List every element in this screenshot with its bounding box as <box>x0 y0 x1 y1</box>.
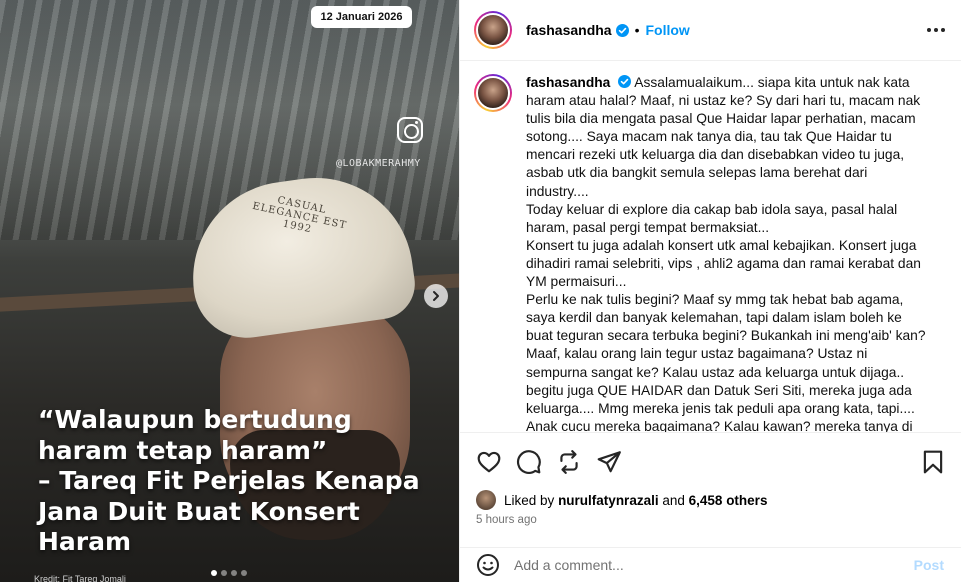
share-icon[interactable] <box>596 449 622 475</box>
verified-badge-icon <box>618 75 632 88</box>
caption: fashasandha Assalamualaikum... siapa kit… <box>474 74 948 432</box>
likes-others[interactable]: 6,458 others <box>689 493 768 508</box>
carousel-dot <box>211 570 217 576</box>
post-actions: Liked by nurulfatynrazali and 6,458 othe… <box>460 432 961 547</box>
liker-avatar[interactable] <box>476 490 496 510</box>
more-options-icon <box>927 28 945 32</box>
post-header: fashasandha • Follow <box>460 0 961 61</box>
post-comment-button[interactable]: Post <box>914 557 944 573</box>
media-credit: Kredit: Fit Tareq Jomali <box>34 574 126 582</box>
likes-prefix: Liked by <box>504 492 555 508</box>
comment-icon[interactable] <box>516 449 542 475</box>
comments-area[interactable]: fashasandha Assalamualaikum... siapa kit… <box>460 62 961 432</box>
media-cap: CASUAL ELEGANCE EST 1992 <box>180 165 420 345</box>
caption-body: Assalamualaikum... siapa kita untuk nak … <box>526 75 926 432</box>
comment-input[interactable]: Add a comment... <box>514 557 624 573</box>
headline-quote: “Walaupun bertudung haram tetap haram” <box>38 405 352 465</box>
media-watermark: @LOBAKMERAHMY <box>336 158 421 169</box>
follow-button[interactable]: Follow <box>646 22 690 38</box>
add-comment-bar: Add a comment... Post <box>460 547 961 582</box>
carousel-dots <box>211 570 247 576</box>
more-options-button[interactable] <box>924 20 948 40</box>
avatar[interactable] <box>474 11 512 49</box>
heart-icon[interactable] <box>476 449 502 475</box>
date-chip: 12 Januari 2026 <box>311 6 412 28</box>
likes-and: and <box>662 492 685 508</box>
verified-badge-icon <box>615 23 629 37</box>
caption-avatar[interactable] <box>474 74 512 112</box>
header-separator: • <box>634 22 640 38</box>
carousel-next-button[interactable] <box>424 284 448 308</box>
post-media[interactable]: CASUAL ELEGANCE EST 1992 12 Januari 2026… <box>0 0 459 582</box>
caption-username[interactable]: fashasandha <box>526 75 610 90</box>
bookmark-icon[interactable] <box>920 449 946 475</box>
carousel-dot <box>221 570 227 576</box>
instagram-icon <box>397 117 423 143</box>
likes-summary: Liked by nurulfatynrazali and 6,458 othe… <box>476 490 767 510</box>
media-headline: “Walaupun bertudung haram tetap haram” –… <box>38 405 438 558</box>
caption-text: fashasandha Assalamualaikum... siapa kit… <box>526 74 926 432</box>
carousel-dot <box>241 570 247 576</box>
cap-logo-text: CASUAL ELEGANCE EST 1992 <box>251 194 348 236</box>
header-username[interactable]: fashasandha <box>526 22 612 38</box>
post-time[interactable]: 5 hours ago <box>476 514 537 526</box>
liked-by-user[interactable]: nurulfatynrazali <box>558 493 659 508</box>
chevron-right-icon <box>433 291 439 301</box>
emoji-icon[interactable] <box>476 553 500 577</box>
headline-subtitle: – Tareq Fit Perjelas Kenapa Jana Duit Bu… <box>38 466 420 556</box>
carousel-dot <box>231 570 237 576</box>
repost-icon[interactable] <box>556 449 582 475</box>
post-sidebar: fashasandha • Follow fashasandha Assalam… <box>459 0 961 582</box>
